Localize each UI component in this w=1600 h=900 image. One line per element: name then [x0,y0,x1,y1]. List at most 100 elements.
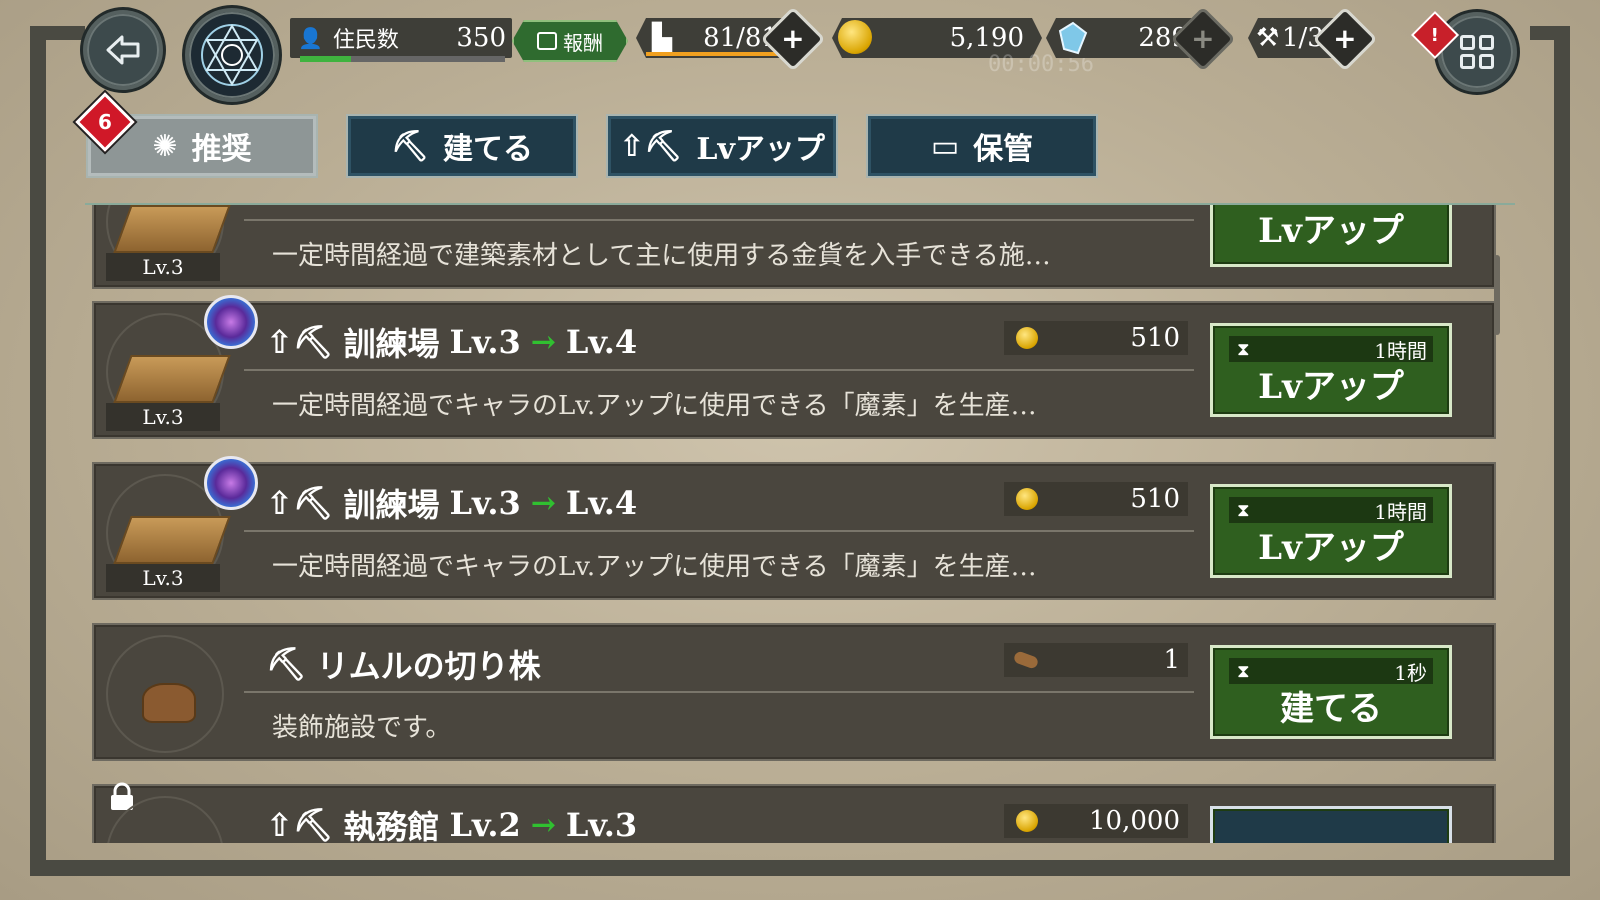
cost-value: 1 [1163,645,1180,675]
level-tag: Lv.3 [106,403,220,431]
alert-mark: ! [1430,24,1440,46]
building-name: 訓練場 [343,486,440,524]
arrow-right-icon: → [530,324,556,360]
plus-icon: + [1333,22,1357,55]
pickaxe-icon: ⛏ [390,128,430,164]
population-progress-bar [300,56,505,62]
frame-left [30,26,46,876]
building-name: 執務館 [343,808,440,843]
description: 一定時間経過でキャラのLv.アップに使用できる「魔素」を生産… [272,552,1037,582]
level-up-button[interactable]: ⧗ 1時間 Lvアップ [1210,484,1452,578]
level-tag: Lv.3 [106,253,220,281]
gold-coin-icon [1016,327,1038,349]
building-name: 訓練場 [343,325,440,363]
item-title: ⇧⛏ 訓練場 Lv.3 → Lv.4 [266,480,637,526]
stamina-plus-button[interactable]: + [760,6,826,72]
divider [244,219,1194,221]
tickets-plus-button[interactable]: + [1312,6,1378,72]
action-label: 建てる [1280,689,1382,729]
badge-count: 6 [98,109,112,134]
gear-icon: ✺ [152,128,178,164]
building-image [113,205,231,253]
hourglass-icon: ⧗ [1237,660,1250,682]
building-list[interactable]: Lv.3 一定時間経過で建築素材として主に使用する金貨を入手できる施… Lvアッ… [88,205,1506,843]
training-ground-image [113,516,231,564]
gold-coin-icon [838,20,872,54]
pickaxe-icon: ⛏ [266,645,307,683]
gold-coin-icon [1016,488,1038,510]
cost-display: 1 [1004,643,1188,677]
population-value: 350 [456,23,506,53]
action-label: Lvアップ [1258,528,1404,568]
level-up-button[interactable]: ⧗ 1時間 Lvアップ [1210,323,1452,417]
list-item[interactable]: ⇧⛏ 執務館 Lv.2 → Lv.3 10,000 [92,782,1496,843]
action-label: Lvアップ [1258,211,1404,251]
list-item[interactable]: ⛏ リムルの切り株 1 装飾施設です。 ⧗ 1秒 建てる [92,623,1496,761]
level-from: Lv.3 [449,484,521,522]
cost-display: 10,000 [1004,804,1188,838]
action-button[interactable] [1210,806,1452,843]
stamina-bar [646,52,778,56]
storage-box-icon: ▭ [930,128,960,164]
population-display: 👤 住民数 350 [290,18,512,58]
divider [244,369,1194,371]
player-avatar[interactable] [185,8,279,102]
cost-value: 10,000 [1089,806,1180,836]
arrow-right-icon: → [530,807,556,843]
description: 装飾施設です。 [272,713,452,743]
gold-coin-icon [1016,810,1038,832]
plus-icon: + [781,22,805,55]
list-item[interactable]: Lv.3 ⇧⛏ 訓練場 Lv.3 → Lv.4 510 一定時間経過でキャラのL… [92,295,1496,439]
level-to: Lv.4 [565,323,638,361]
list-scrollbar[interactable] [1494,255,1500,335]
tab-level-up[interactable]: ⇧⛏ Lvアップ [606,114,838,178]
level-up-icon: ⇧⛏ [619,128,683,164]
cost-display: 510 [1004,321,1188,355]
description: 一定時間経過でキャラのLv.アップに使用できる「魔素」を生産… [272,391,1037,421]
cost-value: 510 [1130,484,1180,514]
arrow-right-icon: → [530,485,556,521]
wood-log-icon [1012,650,1040,670]
cost-display: 510 [1004,482,1188,516]
plus-icon: + [1191,22,1215,55]
level-to: Lv.3 [565,806,638,843]
tab-label: 推奨 [191,132,252,167]
frame-top-left [30,26,85,40]
building-thumbnail [106,635,224,753]
level-up-button[interactable]: Lvアップ [1210,205,1452,267]
level-to: Lv.4 [565,484,638,522]
hourglass-icon: ⧗ [1237,499,1250,521]
tab-storage[interactable]: ▭ 保管 [866,114,1098,178]
level-from: Lv.3 [449,323,521,361]
frame-right [1554,26,1570,876]
tab-label: 保管 [973,132,1034,167]
item-title: ⇧⛏ 執務館 Lv.2 → Lv.3 [266,802,637,843]
training-ground-image [113,355,231,403]
stamina-icon: ▙ [652,23,672,53]
action-label: Lvアップ [1258,367,1404,407]
description: 一定時間経過で建築素材として主に使用する金貨を入手できる施… [272,241,1051,271]
magic-orb-icon [204,295,258,349]
level-tag: Lv.3 [106,564,220,592]
building-name: リムルの切り株 [316,647,541,685]
list-item[interactable]: Lv.3 ⇧⛏ 訓練場 Lv.3 → Lv.4 510 一定時間経過でキャラのL… [92,456,1496,600]
crystal-icon [1058,21,1088,55]
cost-value: 510 [1130,323,1180,353]
person-icon: 👤 [298,26,323,50]
reward-label: 報酬 [563,30,603,55]
divider [244,691,1194,693]
tree-stump-image [142,683,196,723]
back-button[interactable] [83,10,163,90]
population-progress-fill [300,56,352,62]
tab-build[interactable]: ⛏ 建てる [346,114,578,178]
level-up-icon: ⇧⛏ [266,806,334,843]
list-item[interactable]: Lv.3 一定時間経過で建築素材として主に使用する金貨を入手できる施… Lvアッ… [92,205,1496,289]
treasure-chest-icon [537,32,557,50]
item-title: ⇧⛏ 訓練場 Lv.3 → Lv.4 [266,319,637,365]
back-arrow-icon [106,35,140,65]
divider [244,530,1194,532]
item-title: ⛏ リムルの切り株 [266,641,541,687]
reward-button[interactable]: 報酬 [512,20,628,62]
build-button[interactable]: ⧗ 1秒 建てる [1210,645,1452,739]
crystal-plus-button[interactable]: + [1170,6,1236,72]
